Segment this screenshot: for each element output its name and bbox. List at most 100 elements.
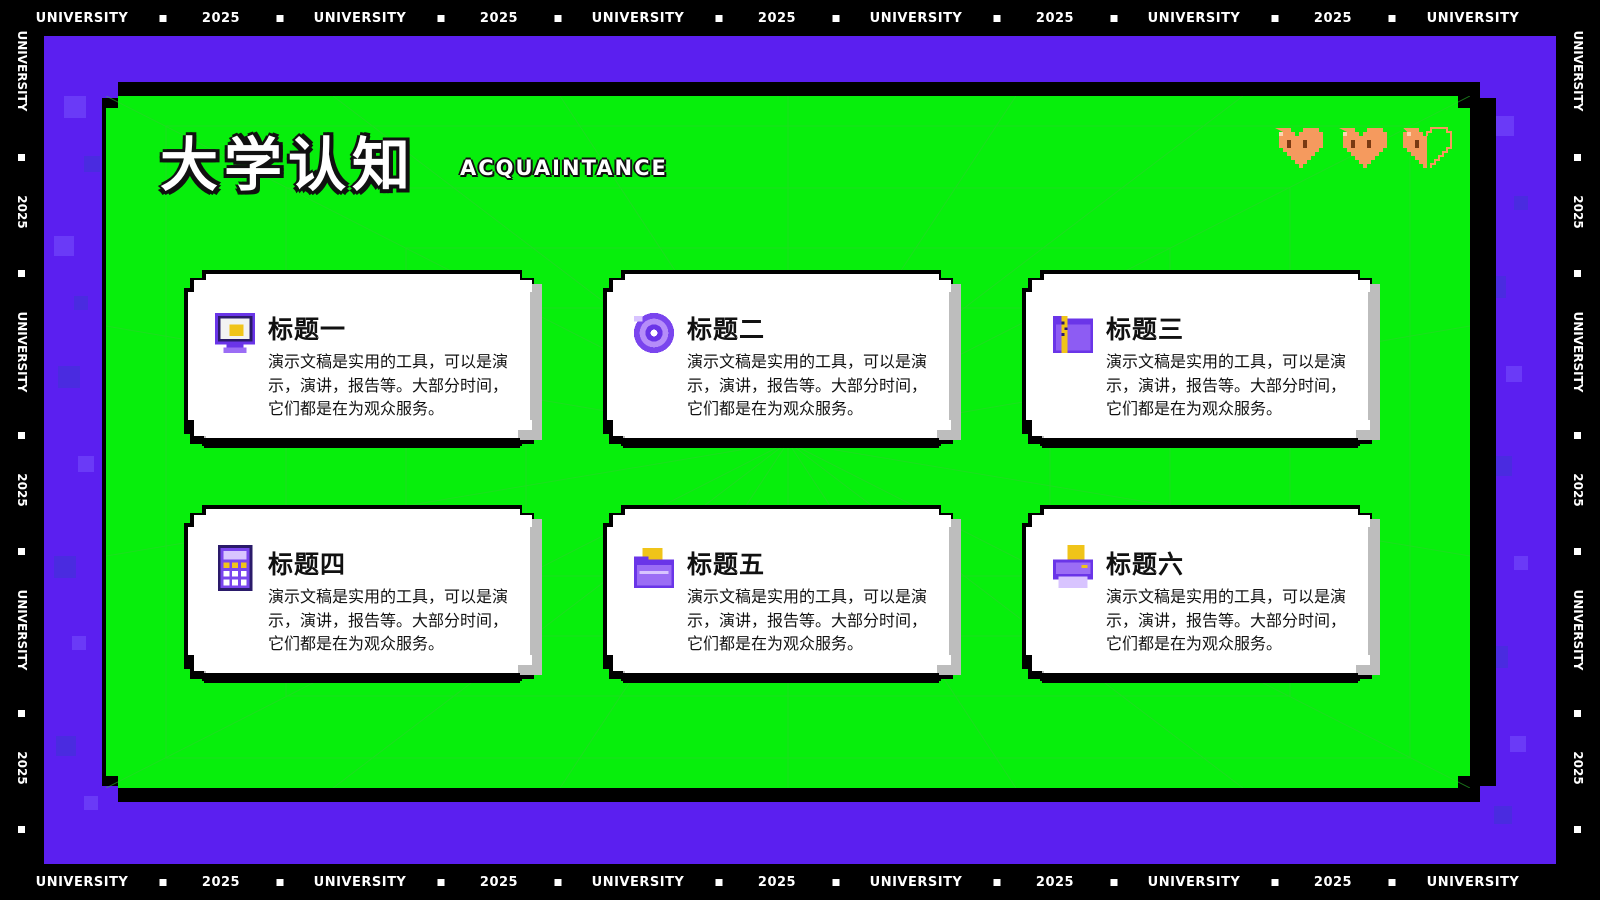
pixel-block	[64, 96, 86, 118]
card-body: 演示文稿是实用的工具，可以是演示，演讲，报告等。大部分时间，它们都是在为观众服务…	[687, 587, 928, 653]
pixel-block	[78, 456, 94, 472]
separator-dot	[159, 878, 167, 886]
separator-dot	[1574, 548, 1581, 555]
separator	[159, 875, 167, 890]
card-pixel-edge	[1028, 671, 1042, 679]
separator-dot	[437, 878, 445, 886]
separator-dot	[276, 14, 284, 22]
marquee-year: 2025	[201, 874, 241, 890]
page-subtitle: ACQUAINTANCE	[460, 156, 668, 180]
info-card: 标题五演示文稿是实用的工具，可以是演示，演讲，报告等。大部分时间，它们都是在为观…	[603, 505, 967, 685]
bottom-marquee: UNIVERSITY 2025 UNIVERSITY 2025 UNIVERSITY 20…	[0, 864, 1600, 900]
card-pixel-edge	[1356, 665, 1370, 675]
card-title: 标题四	[268, 550, 347, 579]
card-pixel-edge	[518, 430, 532, 440]
marquee-word: UNIVERSITY	[1147, 874, 1241, 890]
pixel-block	[74, 296, 88, 310]
separator-dot	[18, 270, 25, 277]
separator	[993, 11, 1001, 26]
separator	[993, 875, 1001, 890]
separator-dot	[1574, 826, 1581, 833]
calculator-icon	[212, 545, 258, 591]
card-body: 演示文稿是实用的工具，可以是演示，演讲，报告等。大部分时间，它们都是在为观众服务…	[268, 352, 509, 418]
separator-dot	[1388, 878, 1396, 886]
marquee-year: 2025	[15, 473, 29, 507]
card-pixel-edge	[949, 527, 959, 655]
card-title: 标题五	[687, 550, 766, 579]
separator-dot	[715, 14, 723, 22]
separator	[1388, 875, 1396, 890]
heart-half-icon	[1403, 126, 1452, 168]
pixel-block	[1510, 736, 1526, 752]
pixel-block	[54, 236, 74, 256]
card-pixel-edge	[1042, 673, 1358, 683]
printer-icon	[1050, 545, 1096, 591]
marquee-word: UNIVERSITY	[313, 874, 407, 890]
heart-icon	[1339, 128, 1387, 168]
card-pixel-edge	[949, 292, 959, 420]
marquee-word: UNIVERSITY	[1426, 10, 1520, 26]
marquee-word: UNIVERSITY	[1147, 10, 1241, 26]
card-pixel-edge	[190, 671, 204, 679]
lives-hearts	[1270, 124, 1452, 168]
card-body: 演示文稿是实用的工具，可以是演示，演讲，报告等。大部分时间，它们都是在为观众服务…	[1106, 587, 1347, 653]
separator	[1110, 875, 1118, 890]
separator	[1271, 875, 1279, 890]
folder-icon	[631, 545, 677, 591]
marquee-word: UNIVERSITY	[1571, 30, 1585, 112]
separator-dot	[1271, 878, 1279, 886]
separator	[554, 875, 562, 890]
separator	[832, 11, 840, 26]
pixel-block	[58, 366, 80, 388]
pixel-block	[1506, 366, 1522, 382]
card-pixel-edge	[623, 673, 939, 683]
card-pixel-edge	[518, 665, 532, 675]
pixel-block	[56, 736, 76, 756]
pixel-block	[72, 636, 86, 650]
pixel-block	[84, 796, 98, 810]
card-pixel-edge	[623, 438, 939, 448]
pixel-block	[84, 156, 100, 172]
separator	[715, 875, 723, 890]
marquee-year: 2025	[1571, 473, 1585, 507]
separator-dot	[1110, 878, 1118, 886]
separator	[554, 11, 562, 26]
marquee-word: UNIVERSITY	[1571, 311, 1585, 393]
card-pixel-edge	[190, 436, 204, 444]
separator-dot	[832, 14, 840, 22]
card-body: 演示文稿是实用的工具，可以是演示，演讲，报告等。大部分时间，它们都是在为观众服务…	[687, 352, 928, 418]
info-card: 标题四演示文稿是实用的工具，可以是演示，演讲，报告等。大部分时间，它们都是在为观…	[184, 505, 548, 685]
separator-dot	[18, 826, 25, 833]
card-pixel-edge	[1356, 430, 1370, 440]
pixel-block	[54, 556, 76, 578]
marquee-word: UNIVERSITY	[591, 10, 685, 26]
card-pixel-edge	[609, 436, 623, 444]
card-pixel-edge	[937, 430, 951, 440]
marquee-year: 2025	[1035, 10, 1075, 26]
separator-dot	[1574, 154, 1581, 161]
separator-dot	[993, 14, 1001, 22]
marquee-word: UNIVERSITY	[35, 874, 129, 890]
monitor-icon	[212, 310, 258, 356]
marquee-year: 2025	[15, 751, 29, 785]
separator	[1388, 11, 1396, 26]
separator-dot	[437, 14, 445, 22]
card-pixel-edge	[609, 671, 623, 679]
info-card: 标题一 演示文稿是实用的工具，可以是演示，演讲，报告等。大部分时间，它们都是在为观…	[184, 270, 548, 450]
separator-dot	[18, 432, 25, 439]
card-title: 标题三	[1106, 315, 1185, 344]
info-card: 标题三 演示文稿是实用的工具，可以是演示，演讲，报告等。大部分时间，它们都是在为观…	[1022, 270, 1386, 450]
separator-dot	[1271, 14, 1279, 22]
info-card: 标题二 演示文稿是实用的工具，可以是演示，演讲，报告等。大部分时间，它们都是在为观…	[603, 270, 967, 450]
marquee-year: 2025	[1571, 751, 1585, 785]
marquee-year: 2025	[1313, 874, 1353, 890]
marquee-year: 2025	[15, 195, 29, 229]
marquee-year: 2025	[757, 874, 797, 890]
separator	[1271, 11, 1279, 26]
card-body: 演示文稿是实用的工具，可以是演示，演讲，报告等。大部分时间，它们都是在为观众服务…	[268, 587, 509, 653]
marquee-word: UNIVERSITY	[1571, 589, 1585, 671]
card-pixel-edge	[204, 438, 520, 448]
separator-dot	[993, 878, 1001, 886]
marquee-word: UNIVERSITY	[15, 589, 29, 671]
marquee-year: 2025	[479, 10, 519, 26]
